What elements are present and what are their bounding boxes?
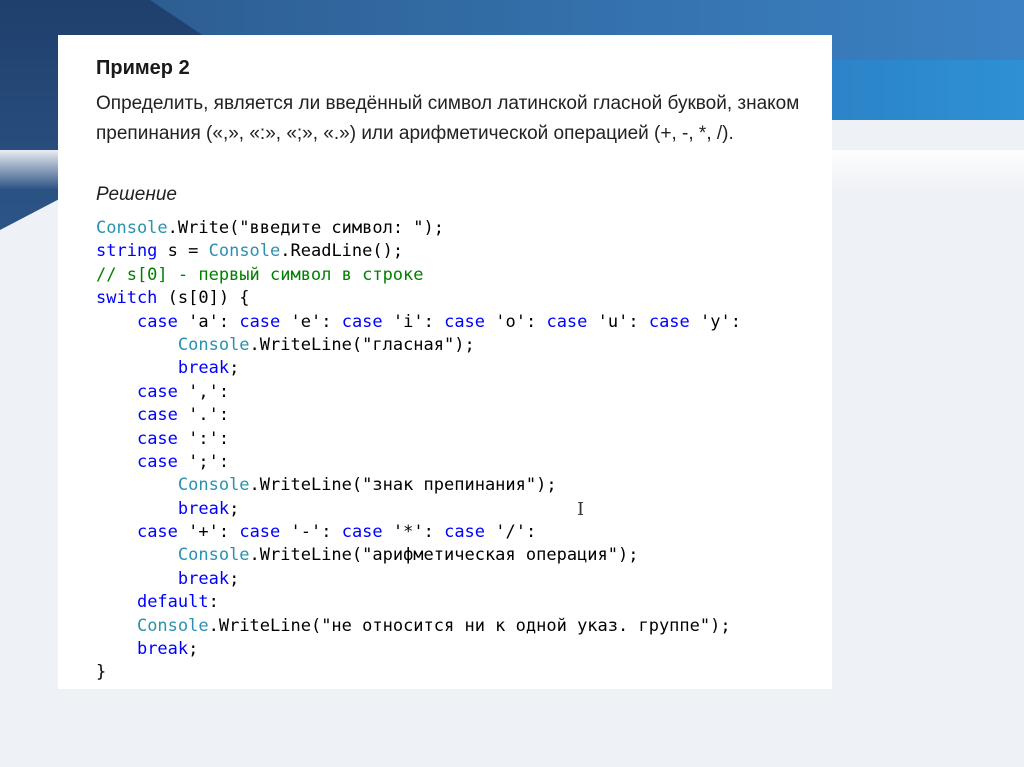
code-line: } (96, 661, 741, 684)
code-line: case '+': case '-': case '*': case '/': (96, 521, 741, 544)
code-text: '-': (280, 522, 342, 543)
code-text: 'o': (485, 311, 547, 332)
header-right-stripe (830, 60, 1024, 120)
code-comment: // s[0] - первый символ в строке (96, 264, 424, 285)
code-text: '*': (382, 522, 445, 543)
code-line: break; (96, 498, 741, 521)
code-text: .Write("введите символ: "); (167, 218, 444, 238)
code-line: break; (96, 568, 741, 591)
code-keyword: case (239, 522, 281, 543)
code-keyword: default (136, 592, 209, 613)
example-title: Пример 2 (96, 57, 190, 79)
code-keyword: case (239, 311, 281, 332)
code-keyword: case (648, 311, 690, 332)
code-text: (s[0]) { (157, 288, 250, 309)
code-class-name: Console (177, 545, 250, 566)
code-line: switch (s[0]) { (96, 287, 741, 310)
code-text: ; (229, 568, 240, 589)
code-text: 'a': (177, 311, 240, 332)
code-text: s = (157, 241, 209, 262)
code-line: case 'a': case 'e': case 'i': case 'o': … (96, 311, 741, 334)
code-line: break; (96, 638, 741, 661)
code-line: break; (96, 357, 741, 380)
code-line: case '.': (96, 404, 741, 427)
code-keyword: break (177, 358, 230, 379)
code-class-name: Console (208, 241, 281, 262)
code-line: // s[0] - первый символ в строке (96, 264, 741, 287)
code-keyword: case (546, 311, 588, 332)
code-text: '.': (177, 405, 230, 426)
code-keyword: break (177, 498, 230, 519)
code-text: .ReadLine(); (280, 241, 404, 262)
code-text: ; (229, 498, 240, 519)
code-text: ':': (177, 428, 230, 449)
code-keyword: case (341, 522, 383, 543)
code-class-name: Console (177, 475, 250, 496)
slide-content-panel: Пример 2 Определить, является ли введённ… (58, 35, 832, 689)
code-keyword: switch (96, 288, 158, 309)
code-class-name: Console (136, 615, 209, 636)
code-text: '/': (485, 522, 537, 543)
code-text: : (208, 592, 219, 613)
code-line: case ',': (96, 381, 741, 404)
code-keyword: case (444, 311, 486, 332)
code-class-name: Console (96, 218, 168, 238)
code-text: .WriteLine("арифметическая операция"); (249, 545, 639, 566)
code-text: 'e': (280, 311, 342, 332)
code-text: .WriteLine("гласная"); (249, 334, 475, 355)
code-keyword: case (341, 311, 383, 332)
code-keyword: case (444, 522, 486, 543)
code-line: Console.WriteLine("гласная"); (96, 334, 741, 357)
code-text: .WriteLine("знак препинания"); (249, 475, 557, 496)
code-text: } (96, 662, 107, 683)
code-line: case ';': (96, 451, 741, 474)
code-keyword: case (136, 428, 178, 449)
code-keyword: break (177, 568, 230, 589)
code-text: ';': (177, 451, 230, 472)
task-statement: Определить, является ли введённый символ… (96, 93, 800, 144)
code-line: Console.WriteLine("арифметическая операц… (96, 544, 741, 567)
code-keyword: case (136, 405, 178, 426)
code-text: .WriteLine("не относится ни к одной указ… (208, 615, 731, 636)
code-keyword: case (136, 451, 178, 472)
code-keyword: string (96, 241, 158, 262)
code-line: Console.Write("введите символ: "); (96, 217, 741, 240)
code-class-name: Console (177, 334, 250, 355)
solution-heading: Решение (96, 184, 177, 205)
code-line: Console.WriteLine("знак препинания"); (96, 474, 741, 497)
code-keyword: case (136, 311, 178, 332)
code-line: case ':': (96, 428, 741, 451)
code-keyword: case (136, 522, 178, 543)
code-text: 'u': (587, 311, 649, 332)
text-cursor-icon: I (577, 499, 585, 520)
code-block: Console.Write("введите символ: "); string… (96, 217, 741, 685)
code-text: ',': (177, 381, 230, 402)
code-text: ; (188, 639, 199, 660)
code-text: 'i': (382, 311, 445, 332)
code-line: Console.WriteLine("не относится ни к одн… (96, 615, 741, 638)
code-keyword: case (136, 381, 178, 402)
code-line: string s = Console.ReadLine(); (96, 240, 741, 263)
code-line: default: (96, 591, 741, 614)
code-text: 'y': (689, 311, 741, 332)
code-text: ; (229, 358, 240, 379)
code-text: '+': (177, 522, 240, 543)
code-keyword: break (136, 639, 189, 660)
